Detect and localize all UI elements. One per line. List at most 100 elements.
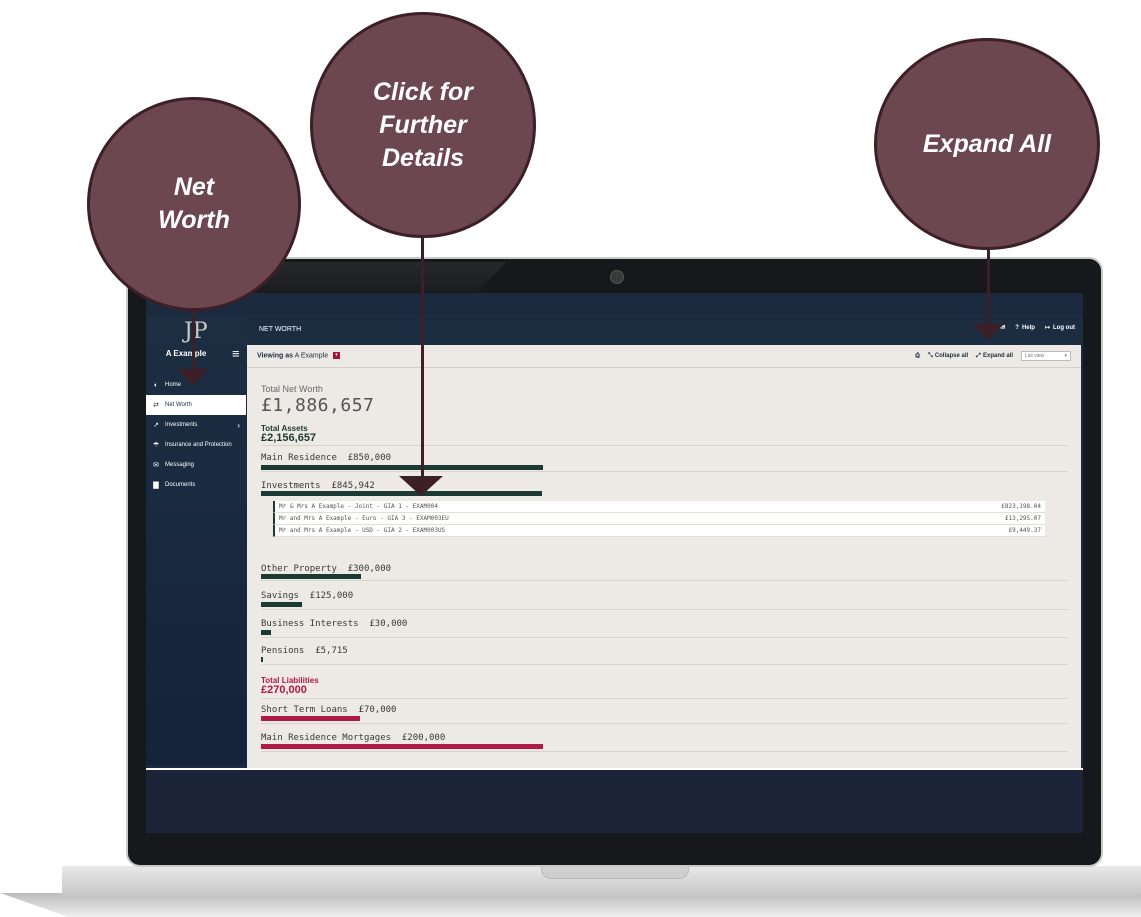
- table-row[interactable]: Mr and Mrs A Example - Euro - GIA 3 - EX…: [273, 513, 1045, 525]
- callout-further-details: Click for Further Details: [310, 12, 536, 238]
- sidebar-item-net-worth[interactable]: ⇄ Net Worth: [146, 395, 246, 415]
- chevron-right-icon: ›: [237, 420, 240, 430]
- account-name: Mr and Mrs A Example - Euro - GIA 3 - EX…: [279, 515, 449, 522]
- laptop-notch: [541, 866, 689, 879]
- logout-label: Log out: [1053, 324, 1075, 331]
- asset-bar: [261, 465, 543, 470]
- help-label: Help: [1021, 324, 1035, 331]
- account-value: £823,198.04: [1001, 503, 1041, 510]
- account-name: Mr and Mrs A Example - USD - GIA 2 - EXA…: [279, 527, 446, 534]
- net-worth-value: £1,886,657: [261, 395, 375, 416]
- view-select[interactable]: List view ▾: [1021, 351, 1071, 361]
- view-bar: Viewing as A Example ▾ ⎙ ⤡ Collapse all ⤢…: [247, 345, 1081, 368]
- liability-name: Main Residence Mortgages £200,000: [261, 733, 446, 743]
- callout-expand-all: Expand All: [874, 38, 1100, 250]
- asset-row-savings[interactable]: Savings £125,000: [261, 591, 1068, 610]
- asset-name: Investments £845,942: [261, 481, 375, 491]
- total-assets-value: £2,156,657: [261, 432, 317, 444]
- table-row[interactable]: Mr and Mrs A Example - USD - GIA 2 - EXA…: [273, 525, 1045, 537]
- exchange-icon: ⇄: [153, 402, 159, 409]
- callout-text: Click for Further Details: [372, 77, 474, 172]
- collapse-icon: ⤡: [928, 352, 933, 359]
- logo: JP: [184, 319, 208, 344]
- umbrella-icon: ☂: [152, 442, 160, 449]
- main-content: Viewing as A Example ▾ ⎙ ⤡ Collapse all ⤢…: [247, 345, 1081, 768]
- asset-row-investments[interactable]: Investments £845,942: [261, 481, 1068, 499]
- top-actions: ✉ ? Help ↦ Log out: [1000, 324, 1075, 332]
- dashboard-icon: ◐: [153, 381, 159, 389]
- asset-name: Pensions £5,715: [261, 646, 348, 656]
- net-worth-label: Total Net Worth: [261, 384, 323, 394]
- asset-row-other-property[interactable]: Other Property £300,000: [261, 564, 1068, 581]
- asset-bar: [261, 602, 302, 607]
- sidebar-item-label: Insurance and Protection: [165, 442, 232, 448]
- total-liabilities-value: £270,000: [261, 684, 307, 696]
- laptop-shadow: [0, 893, 1141, 917]
- question-icon: ?: [1015, 324, 1019, 331]
- asset-name: Main Residence £850,000: [261, 453, 392, 463]
- account-name: Mr & Mrs A Example - Joint - GIA 1 - EXA…: [279, 503, 438, 510]
- help-button[interactable]: ? Help: [1015, 325, 1035, 331]
- sidebar-item-label: Documents: [165, 482, 196, 488]
- callout-net-worth: Net Worth: [87, 97, 301, 311]
- liability-row-main-residence-mortgages[interactable]: Main Residence Mortgages £200,000: [261, 733, 1068, 752]
- account-value: £9,449.37: [1008, 527, 1041, 534]
- asset-name: Business Interests £30,000: [261, 619, 408, 629]
- asset-name: Other Property £300,000: [261, 564, 392, 574]
- collapse-all-label: Collapse all: [934, 353, 969, 359]
- chevron-down-icon: ▾: [1064, 353, 1067, 359]
- page-title: NET WORTH: [259, 326, 302, 333]
- sidebar-item-messaging[interactable]: ✉ Messaging: [146, 455, 246, 475]
- switch-user-button[interactable]: ▾: [333, 352, 341, 359]
- hamburger-menu-icon[interactable]: ≡: [232, 347, 240, 360]
- liability-bar: [261, 744, 543, 749]
- asset-name: Savings £125,000: [261, 591, 354, 601]
- liability-row-short-term-loans[interactable]: Short Term Loans £70,000: [261, 705, 1068, 724]
- user-name: A Example: [165, 349, 207, 358]
- callout-arrow-expand: [972, 324, 1004, 340]
- callout-text: Expand All: [922, 129, 1052, 158]
- logout-button[interactable]: ↦ Log out: [1044, 324, 1075, 332]
- callout-pointer-expand: [987, 246, 990, 324]
- view-select-value: List view: [1025, 353, 1045, 359]
- callout-pointer-details: [421, 230, 424, 476]
- asset-row-main-residence[interactable]: Main Residence £850,000: [261, 453, 1068, 472]
- view-tools: ⎙ ⤡ Collapse all ⤢ Expand all List view ▾: [915, 351, 1071, 361]
- account-value: £13,295.07: [1004, 515, 1041, 522]
- callout-text: Net Worth: [158, 173, 230, 234]
- expand-icon: ⤢: [976, 352, 981, 359]
- viewing-as: Viewing as A Example ▾: [257, 352, 341, 360]
- sidebar-item-documents[interactable]: ▇ Documents: [146, 475, 246, 495]
- asset-bar: [261, 657, 263, 662]
- callout-arrow-details: [399, 476, 443, 496]
- sidebar-item-investments[interactable]: ↗ Investments ›: [146, 415, 246, 435]
- sidebar-nav: ◐ Home ⇄ Net Worth ↗ Investments › ☂ Ins…: [146, 375, 246, 495]
- logout-icon: ↦: [1044, 325, 1050, 331]
- callout-arrow-net-worth: [177, 369, 209, 385]
- chart-line-icon: ↗: [153, 422, 159, 429]
- print-icon: ⎙: [915, 352, 920, 359]
- sidebar-item-label: Net Worth: [165, 402, 192, 408]
- liability-bar: [261, 716, 360, 721]
- asset-bar: [261, 630, 271, 635]
- asset-row-business-interests[interactable]: Business Interests £30,000: [261, 619, 1068, 638]
- investment-accounts-table: Mr & Mrs A Example - Joint - GIA 1 - EXA…: [273, 501, 1045, 537]
- asset-row-pensions[interactable]: Pensions £5,715: [261, 646, 1068, 665]
- sidebar-item-label: Messaging: [165, 462, 195, 468]
- sidebar-item-label: Investments: [165, 422, 198, 428]
- document-icon: ▇: [153, 482, 159, 489]
- camera-icon: [610, 270, 624, 284]
- divider: [261, 445, 1068, 446]
- sidebar-item-insurance[interactable]: ☂ Insurance and Protection: [146, 435, 246, 455]
- divider: [261, 698, 1068, 699]
- print-button[interactable]: ⎙: [915, 353, 920, 360]
- expand-all-label: Expand all: [982, 353, 1013, 359]
- expand-all-button[interactable]: ⤢ Expand all: [976, 353, 1013, 360]
- viewing-name: A Example: [294, 352, 329, 360]
- liability-name: Short Term Loans £70,000: [261, 705, 397, 715]
- table-row[interactable]: Mr & Mrs A Example - Joint - GIA 1 - EXA…: [273, 501, 1045, 513]
- envelope-icon: ✉: [153, 462, 159, 469]
- collapse-all-button[interactable]: ⤡ Collapse all: [928, 353, 968, 360]
- viewing-prefix: Viewing as: [257, 352, 294, 360]
- laptop-screen: JP A Example ≡ ◐ Home ⇄ Net Worth ↗ Inve…: [146, 293, 1083, 833]
